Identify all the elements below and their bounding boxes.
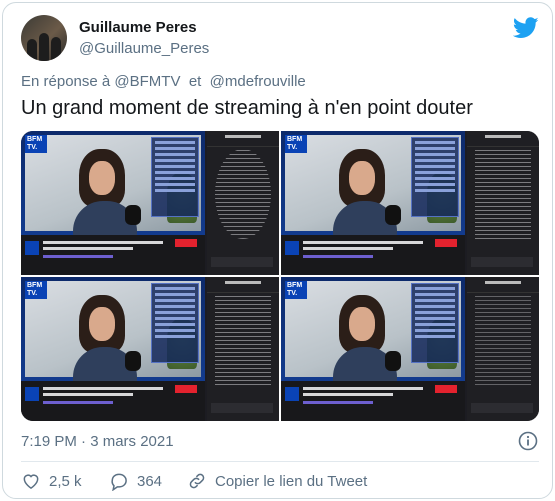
mention-mdefrouville[interactable]: @mdefrouville [210, 73, 306, 90]
copy-link-label: Copier le lien du Tweet [215, 472, 368, 490]
author-avatar[interactable] [21, 15, 67, 61]
mention-bfmtv[interactable]: @BFMTV [114, 73, 180, 90]
media-image[interactable]: BFM TV. [281, 277, 539, 421]
heart-icon [23, 474, 39, 489]
reply-context: En réponse à @BFMTV et @mdefrouville [21, 73, 306, 90]
reply-joiner: et [188, 73, 202, 90]
copy-link-button[interactable]: Copier le lien du Tweet [187, 471, 367, 491]
tweet-timestamp[interactable]: 7:19 PM · 3 mars 2021 [21, 433, 174, 450]
reply-prefix: En réponse à [21, 73, 111, 90]
twitter-bird-icon[interactable] [513, 17, 539, 39]
media-image[interactable]: BFM TV. [281, 131, 539, 275]
comment-icon [111, 473, 127, 491]
author-name[interactable]: Guillaume Peres [79, 19, 197, 36]
like-count: 2,5 k [49, 472, 82, 490]
media-image[interactable]: BFM TV. [21, 277, 279, 421]
tweet-card[interactable]: Guillaume Peres @Guillaume_Peres En répo… [2, 2, 553, 499]
reply-count: 364 [137, 472, 163, 490]
tweet-text: Un grand moment de streaming à n'en poin… [21, 97, 473, 119]
like-button[interactable]: 2,5 k [21, 471, 82, 491]
info-icon[interactable] [518, 431, 538, 451]
media-image[interactable]: BFM TV. [21, 131, 279, 275]
link-icon [189, 473, 205, 489]
reply-button[interactable]: 364 [109, 471, 162, 491]
divider [21, 461, 539, 462]
author-handle[interactable]: @Guillaume_Peres [79, 40, 209, 57]
tweet-media-grid[interactable]: BFM TV. BFM TV. BFM TV. BFM TV. [21, 131, 539, 421]
